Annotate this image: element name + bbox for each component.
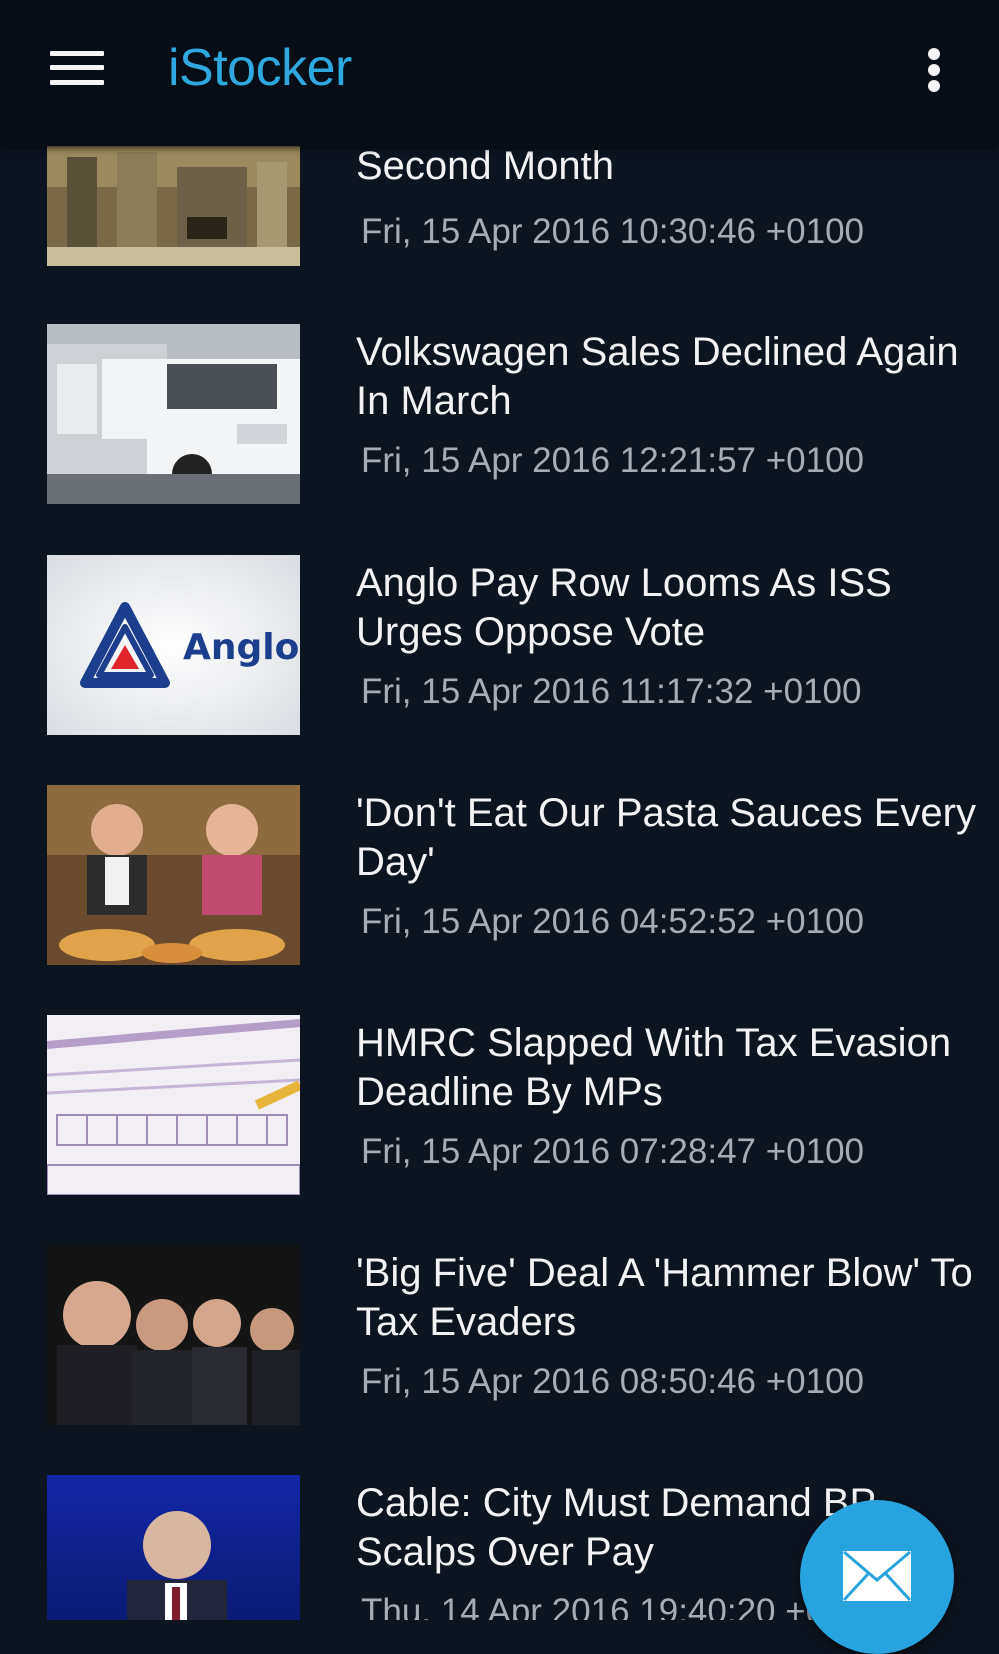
news-timestamp: Fri, 15 Apr 2016 11:17:32 +0100	[361, 672, 862, 711]
app-title: iStocker	[168, 39, 352, 97]
news-title: 'Big Five' Deal A 'Hammer Blow' To Tax E…	[356, 1251, 973, 1344]
news-title: Second Month	[356, 144, 614, 188]
hamburger-menu-icon[interactable]	[50, 48, 104, 88]
news-thumbnail	[47, 1475, 300, 1620]
news-timestamp: Fri, 15 Apr 2016 04:52:52 +0100	[361, 902, 865, 941]
news-title: Volkswagen Sales Declined Again In March	[356, 330, 959, 423]
news-list: Second Month Fri, 15 Apr 2016 10:30:46 +…	[0, 0, 999, 1620]
news-title: 'Don't Eat Our Pasta Sauces Every Day'	[356, 791, 976, 884]
news-timestamp: Fri, 15 Apr 2016 12:21:57 +0100	[361, 441, 865, 480]
compose-fab-button[interactable]	[800, 1500, 954, 1654]
news-item[interactable]: 'Big Five' Deal A 'Hammer Blow' To Tax E…	[0, 1245, 999, 1475]
news-thumbnail	[47, 1245, 300, 1425]
more-vert-icon[interactable]	[918, 44, 950, 96]
news-item[interactable]: 'Don't Eat Our Pasta Sauces Every Day' F…	[0, 785, 999, 1015]
news-title: Anglo Pay Row Looms As ISS Urges Oppose …	[356, 561, 892, 654]
news-item[interactable]: Anglo Anglo Pay Row Looms As ISS Urges O…	[0, 555, 999, 785]
news-thumbnail	[47, 785, 300, 965]
envelope-icon	[842, 1550, 912, 1602]
news-thumbnail	[47, 1015, 300, 1195]
news-item[interactable]: Volkswagen Sales Declined Again In March…	[0, 324, 999, 554]
anglo-logo-text: Anglo	[183, 627, 299, 668]
app-bar: iStocker	[0, 0, 999, 146]
news-timestamp: Fri, 15 Apr 2016 08:50:46 +0100	[361, 1362, 865, 1401]
news-timestamp: Fri, 15 Apr 2016 07:28:47 +0100	[361, 1132, 865, 1171]
news-thumbnail	[47, 324, 300, 504]
news-thumbnail: Anglo	[47, 555, 300, 735]
news-item[interactable]: HMRC Slapped With Tax Evasion Deadline B…	[0, 1015, 999, 1245]
news-timestamp: Fri, 15 Apr 2016 10:30:46 +0100	[361, 212, 865, 251]
news-title: HMRC Slapped With Tax Evasion Deadline B…	[356, 1021, 952, 1114]
